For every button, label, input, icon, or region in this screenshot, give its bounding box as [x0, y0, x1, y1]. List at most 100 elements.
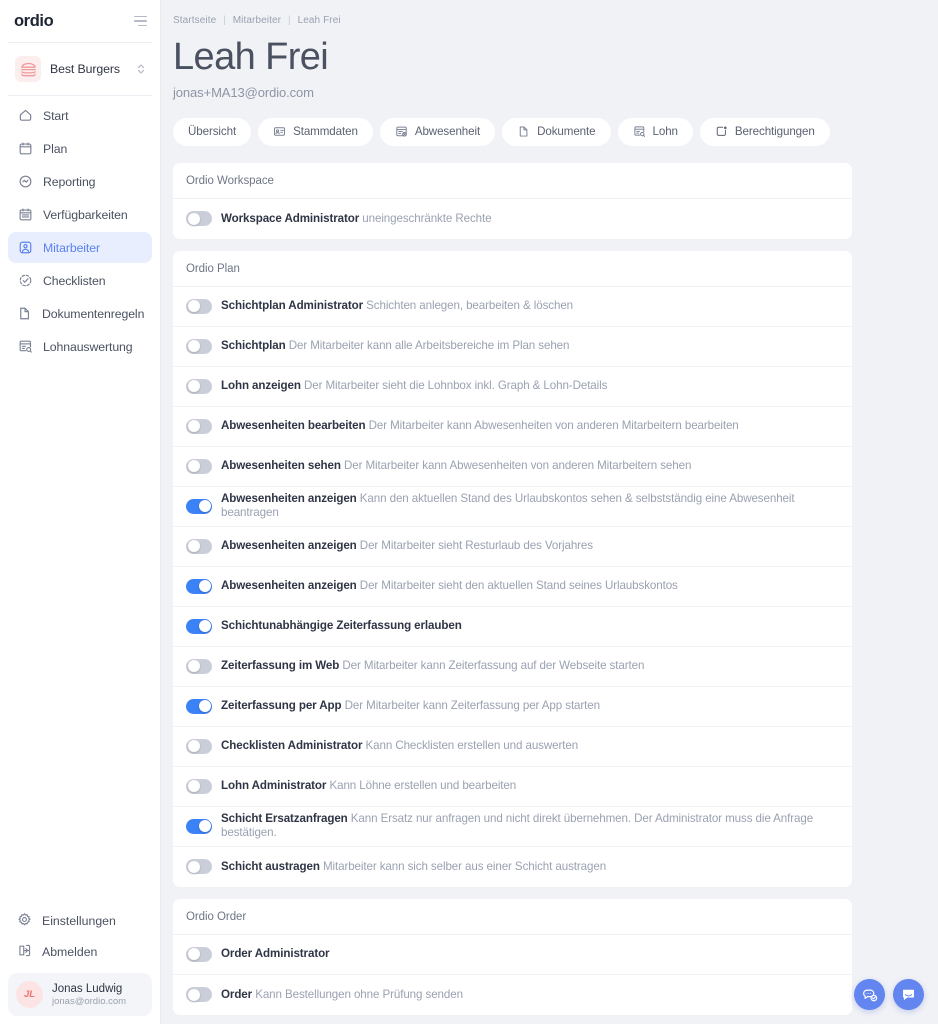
sidebar-item-plan[interactable]: Plan: [8, 133, 152, 164]
permission-text: Schichtunabhängige Zeiterfassung erlaube…: [221, 619, 462, 633]
sidebar-item-label: Reporting: [43, 174, 96, 189]
permission-text: Order Kann Bestellungen ohne Prüfung sen…: [221, 988, 463, 1002]
permission-name: Workspace Administrator: [221, 211, 360, 225]
sidebar-item-checklisten[interactable]: Checklisten: [8, 265, 152, 296]
permission-toggle[interactable]: [186, 658, 212, 674]
user-meta: Jonas Ludwig jonas@ordio.com: [52, 983, 126, 1007]
tab-abwesenheit[interactable]: Abwesenheit: [379, 117, 496, 146]
permission-name: Order Administrator: [221, 947, 330, 961]
id-card-icon: [273, 125, 286, 138]
permission-row: Schichtunabhängige Zeiterfassung erlaube…: [173, 607, 852, 647]
file-icon: [517, 125, 530, 138]
tab-label: Dokumente: [537, 125, 596, 139]
permission-row: Schichtplan Der Mitarbeiter kann alle Ar…: [173, 327, 852, 367]
permission-desc: Der Mitarbeiter kann Abwesenheiten von a…: [368, 419, 739, 433]
permission-text: Checklisten Administrator Kann Checklist…: [221, 739, 578, 753]
feedback-chat-icon[interactable]: [854, 979, 885, 1010]
permission-toggle[interactable]: [186, 987, 212, 1003]
permission-toggle[interactable]: [186, 738, 212, 754]
permission-row: Workspace Administrator uneingeschränkte…: [173, 199, 852, 239]
sidebar-item-einstellungen[interactable]: Einstellungen: [8, 905, 152, 936]
gear-icon: [17, 912, 32, 930]
sidebar-item-label: Verfügbarkeiten: [43, 207, 128, 222]
page-title: Leah Frei: [173, 36, 329, 78]
permission-row: Zeiterfassung im Web Der Mitarbeiter kan…: [173, 647, 852, 687]
tab-dokumente[interactable]: Dokumente: [502, 117, 611, 146]
sidebar-item-abmelden[interactable]: Abmelden: [8, 936, 152, 967]
permission-row: Abwesenheiten bearbeiten Der Mitarbeiter…: [173, 407, 852, 447]
permission-name: Schichtunabhängige Zeiterfassung erlaube…: [221, 619, 462, 633]
permission-toggle[interactable]: [186, 538, 212, 554]
sidebar-item-start[interactable]: Start: [8, 100, 152, 131]
divider: [8, 42, 152, 43]
sidebar-item-dokumentenregeln[interactable]: Dokumentenregeln: [8, 298, 152, 329]
permission-row: Abwesenheiten anzeigen Der Mitarbeiter s…: [173, 527, 852, 567]
sidebar-item-mitarbeiter[interactable]: Mitarbeiter: [8, 232, 152, 263]
permission-toggle[interactable]: [186, 378, 212, 394]
floating-action-buttons: [854, 979, 924, 1010]
permission-text: Abwesenheiten bearbeiten Der Mitarbeiter…: [221, 419, 739, 433]
report-search-icon: [633, 125, 646, 138]
current-user-card[interactable]: JL Jonas Ludwig jonas@ordio.com: [8, 973, 152, 1016]
permission-row: Order Kann Bestellungen ohne Prüfung sen…: [173, 975, 852, 1015]
sidebar-item-reporting[interactable]: Reporting: [8, 166, 152, 197]
permission-toggle[interactable]: [186, 578, 212, 594]
permission-toggle[interactable]: [186, 298, 212, 314]
calendar-icon: [17, 141, 33, 157]
permission-toggle[interactable]: [186, 698, 212, 714]
sidebar-item-verfuegbarkeiten[interactable]: Verfügbarkeiten: [8, 199, 152, 230]
section-title: Ordio Order: [173, 899, 852, 935]
permission-text: Abwesenheiten anzeigen Kann den aktuelle…: [221, 492, 839, 520]
tab-uebersicht[interactable]: Übersicht: [173, 117, 252, 146]
permission-desc: uneingeschränkte Rechte: [362, 211, 492, 225]
breadcrumb-item-mitarbeiter[interactable]: Mitarbeiter: [233, 15, 281, 26]
breadcrumb-separator: |: [223, 15, 226, 26]
hamburger-icon[interactable]: [134, 13, 147, 30]
permission-toggle[interactable]: [186, 778, 212, 794]
permission-text: Zeiterfassung im Web Der Mitarbeiter kan…: [221, 659, 644, 673]
permission-name: Schicht Ersatzanfragen: [221, 812, 348, 826]
activity-circle-icon: [17, 174, 33, 190]
permission-text: Schichtplan Administrator Schichten anle…: [221, 299, 573, 313]
calendar-x-icon: [395, 125, 408, 138]
permission-name: Abwesenheiten bearbeiten: [221, 419, 366, 433]
sidebar-item-label: Dokumentenregeln: [42, 306, 145, 321]
permission-toggle[interactable]: [186, 458, 212, 474]
permission-name: Schicht austragen: [221, 859, 320, 873]
permission-desc: Kann Checklisten erstellen und auswerten: [365, 739, 579, 753]
calendar-days-icon: [17, 207, 33, 223]
permission-toggle[interactable]: [186, 818, 212, 834]
intercom-messenger-icon[interactable]: [893, 979, 924, 1010]
permission-toggle[interactable]: [186, 946, 212, 962]
permission-row: Lohn anzeigen Der Mitarbeiter sieht die …: [173, 367, 852, 407]
permission-text: Lohn anzeigen Der Mitarbeiter sieht die …: [221, 379, 607, 393]
tab-label: Lohn: [652, 125, 679, 139]
permission-row: Order Administrator: [173, 935, 852, 975]
permission-text: Workspace Administrator uneingeschränkte…: [221, 211, 492, 226]
user-email: jonas@ordio.com: [52, 995, 127, 1007]
workspace-switcher[interactable]: Best Burgers: [8, 50, 152, 88]
permission-row: Abwesenheiten anzeigen Kann den aktuelle…: [173, 487, 852, 527]
tab-berechtigungen[interactable]: Berechtigungen: [699, 117, 830, 146]
permission-toggle[interactable]: [186, 338, 212, 354]
permission-text: Abwesenheiten anzeigen Der Mitarbeiter s…: [221, 579, 678, 593]
breadcrumb-item-startseite[interactable]: Startseite: [173, 15, 216, 26]
permission-toggle[interactable]: [186, 418, 212, 434]
permission-toggle[interactable]: [186, 498, 212, 514]
permission-toggle[interactable]: [186, 618, 212, 634]
permission-toggle[interactable]: [186, 211, 212, 227]
tab-label: Berechtigungen: [734, 125, 815, 139]
tab-lohn[interactable]: Lohn: [617, 117, 693, 146]
tab-stammdaten[interactable]: Stammdaten: [258, 117, 373, 146]
sidebar-item-label: Checklisten: [43, 273, 106, 288]
permission-text: Schicht Ersatzanfragen Kann Ersatz nur a…: [221, 812, 839, 840]
permission-toggle[interactable]: [186, 859, 212, 875]
permission-name: Schichtplan: [221, 339, 286, 353]
permission-desc: Der Mitarbeiter sieht den aktuellen Stan…: [359, 579, 678, 593]
sidebar-item-lohnauswertung[interactable]: Lohnauswertung: [8, 331, 152, 362]
permission-row: Schicht austragen Mitarbeiter kann sich …: [173, 847, 852, 887]
sidebar-item-label: Abmelden: [42, 944, 98, 959]
home-icon: [17, 108, 33, 124]
permission-text: Zeiterfassung per App Der Mitarbeiter ka…: [221, 699, 600, 713]
check-circle-dashed-icon: [17, 273, 33, 289]
